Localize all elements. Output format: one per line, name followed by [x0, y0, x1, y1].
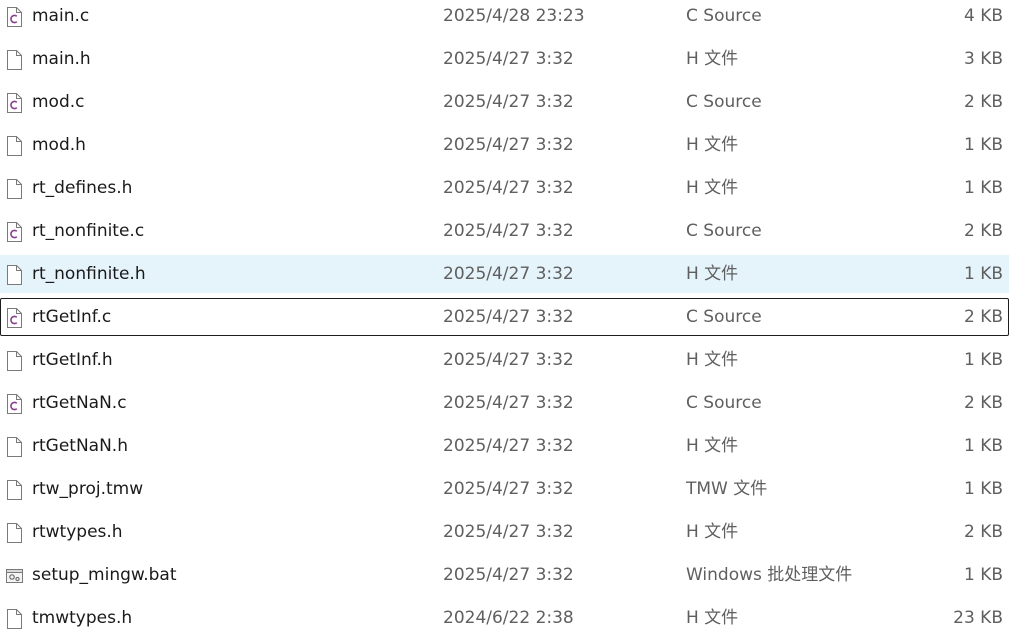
- file-row[interactable]: main.h 2025/4/27 3:32 H 文件 3 KB: [0, 40, 1009, 78]
- file-size: 2 KB: [963, 522, 1003, 542]
- file-row[interactable]: rtGetInf.c 2025/4/27 3:32 C Source 2 KB: [0, 298, 1009, 336]
- file-modified-date: 2025/4/27 3:32: [443, 479, 574, 499]
- file-name: rtGetInf.c: [32, 307, 112, 327]
- file-type: TMW 文件: [686, 479, 768, 499]
- file-size: 23 KB: [953, 608, 1003, 628]
- file-modified-date: 2025/4/27 3:32: [443, 49, 574, 69]
- file-name: rtGetNaN.h: [32, 436, 128, 456]
- file-modified-date: 2025/4/27 3:32: [443, 307, 574, 327]
- file-type: H 文件: [686, 436, 739, 456]
- file-modified-date: 2025/4/27 3:32: [443, 178, 574, 198]
- header-file-icon: [6, 609, 22, 629]
- file-modified-date: 2024/6/22 2:38: [443, 608, 574, 628]
- file-name: mod.h: [32, 135, 86, 155]
- header-file-icon: [6, 437, 22, 457]
- file-type: C Source: [686, 393, 762, 413]
- file-row[interactable]: rtGetNaN.c 2025/4/27 3:32 C Source 2 KB: [0, 384, 1009, 422]
- file-type: C Source: [686, 92, 762, 112]
- header-file-icon: [6, 523, 22, 543]
- file-name: rt_defines.h: [32, 178, 133, 198]
- file-type: C Source: [686, 6, 762, 26]
- file-type: H 文件: [686, 522, 739, 542]
- file-size: 1 KB: [963, 178, 1003, 198]
- file-size: 1 KB: [963, 565, 1003, 585]
- file-row[interactable]: rt_defines.h 2025/4/27 3:32 H 文件 1 KB: [0, 169, 1009, 207]
- file-size: 2 KB: [963, 92, 1003, 112]
- file-size: 2 KB: [963, 393, 1003, 413]
- file-name: rtw_proj.tmw: [32, 479, 144, 499]
- file-modified-date: 2025/4/27 3:32: [443, 264, 574, 284]
- c-source-file-icon: [6, 394, 22, 414]
- file-type: H 文件: [686, 264, 739, 284]
- file-name: rtGetNaN.c: [32, 393, 127, 413]
- batch-file-icon: [6, 566, 23, 586]
- c-source-file-icon: [6, 93, 22, 113]
- file-modified-date: 2025/4/27 3:32: [443, 135, 574, 155]
- c-source-file-icon: [6, 308, 22, 328]
- file-row[interactable]: rt_nonfinite.c 2025/4/27 3:32 C Source 2 KB: [0, 212, 1009, 250]
- file-type: H 文件: [686, 608, 739, 628]
- file-type: C Source: [686, 221, 762, 241]
- header-file-icon: [6, 265, 22, 285]
- file-type: H 文件: [686, 178, 739, 198]
- file-row[interactable]: rtGetNaN.h 2025/4/27 3:32 H 文件 1 KB: [0, 427, 1009, 465]
- file-modified-date: 2025/4/27 3:32: [443, 92, 574, 112]
- file-row[interactable]: rt_nonfinite.h 2025/4/27 3:32 H 文件 1 KB: [0, 255, 1009, 293]
- file-row[interactable]: rtwtypes.h 2025/4/27 3:32 H 文件 2 KB: [0, 513, 1009, 551]
- file-modified-date: 2025/4/28 23:23: [443, 6, 585, 26]
- file-size: 1 KB: [963, 264, 1003, 284]
- file-name: mod.c: [32, 92, 85, 112]
- file-name: rt_nonfinite.c: [32, 221, 145, 241]
- file-name: rtwtypes.h: [32, 522, 123, 542]
- c-source-file-icon: [6, 222, 22, 242]
- file-name: setup_mingw.bat: [32, 565, 177, 585]
- file-type: H 文件: [686, 350, 739, 370]
- file-size: 1 KB: [963, 350, 1003, 370]
- file-row[interactable]: mod.h 2025/4/27 3:32 H 文件 1 KB: [0, 126, 1009, 164]
- header-file-icon: [6, 50, 22, 70]
- file-modified-date: 2025/4/27 3:32: [443, 565, 574, 585]
- file-row[interactable]: rtGetInf.h 2025/4/27 3:32 H 文件 1 KB: [0, 341, 1009, 379]
- file-modified-date: 2025/4/27 3:32: [443, 393, 574, 413]
- file-name: main.h: [32, 49, 91, 69]
- file-size: 2 KB: [963, 221, 1003, 241]
- file-type: H 文件: [686, 49, 739, 69]
- file-size: 1 KB: [963, 436, 1003, 456]
- file-type: Windows 批处理文件: [686, 565, 853, 585]
- header-file-icon: [6, 179, 22, 199]
- file-size: 2 KB: [963, 307, 1003, 327]
- file-name: rtGetInf.h: [32, 350, 113, 370]
- header-file-icon: [6, 351, 22, 371]
- file-modified-date: 2025/4/27 3:32: [443, 221, 574, 241]
- file-size: 1 KB: [963, 479, 1003, 499]
- file-row[interactable]: rtw_proj.tmw 2025/4/27 3:32 TMW 文件 1 KB: [0, 470, 1009, 508]
- file-size: 4 KB: [963, 6, 1003, 26]
- generic-file-icon: [6, 480, 22, 500]
- file-row[interactable]: main.c 2025/4/28 23:23 C Source 4 KB: [0, 0, 1009, 35]
- file-type: C Source: [686, 307, 762, 327]
- file-size: 1 KB: [963, 135, 1003, 155]
- file-row[interactable]: mod.c 2025/4/27 3:32 C Source 2 KB: [0, 83, 1009, 121]
- file-size: 3 KB: [963, 49, 1003, 69]
- file-type: H 文件: [686, 135, 739, 155]
- file-modified-date: 2025/4/27 3:32: [443, 350, 574, 370]
- file-modified-date: 2025/4/27 3:32: [443, 436, 574, 456]
- file-modified-date: 2025/4/27 3:32: [443, 522, 574, 542]
- file-row[interactable]: tmwtypes.h 2024/6/22 2:38 H 文件 23 KB: [0, 599, 1009, 637]
- file-name: main.c: [32, 6, 90, 26]
- file-name: rt_nonfinite.h: [32, 264, 146, 284]
- file-name: tmwtypes.h: [32, 608, 133, 628]
- file-row[interactable]: setup_mingw.bat 2025/4/27 3:32 Windows 批处理…: [0, 556, 1009, 594]
- c-source-file-icon: [6, 7, 22, 27]
- header-file-icon: [6, 136, 22, 156]
